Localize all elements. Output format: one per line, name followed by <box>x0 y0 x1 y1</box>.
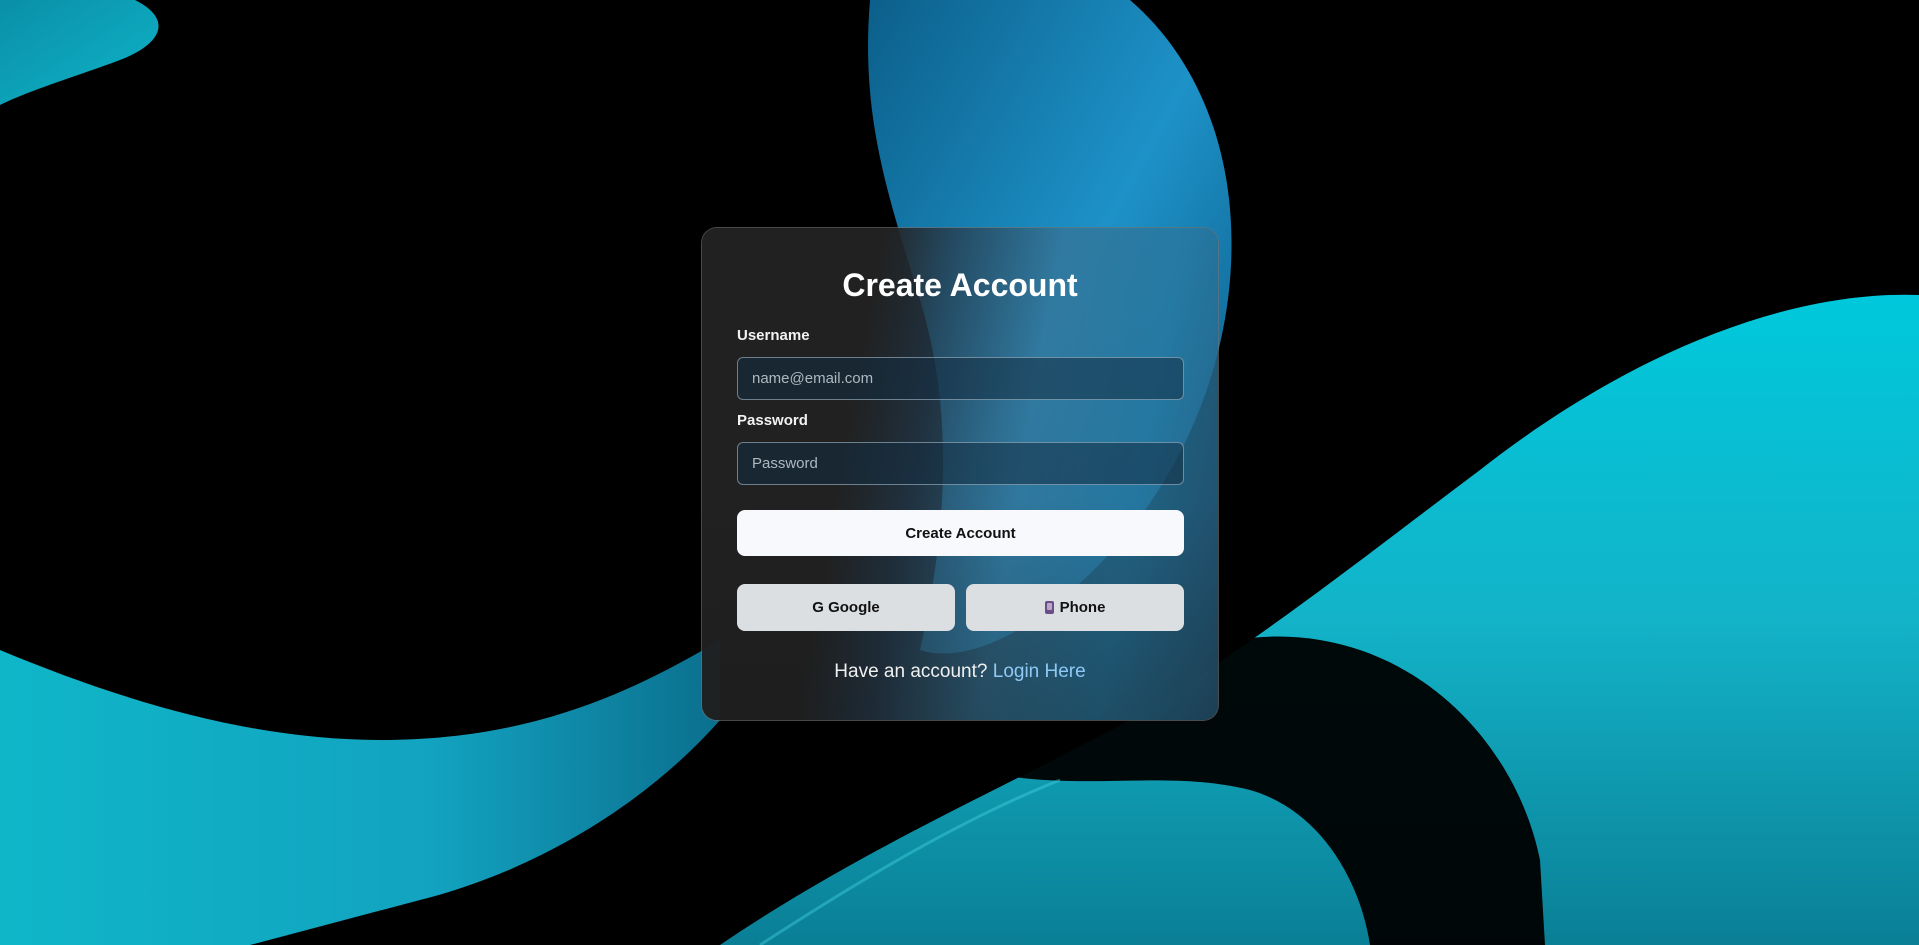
create-account-button[interactable]: Create Account <box>737 510 1184 556</box>
login-prompt-text: Have an account? <box>834 661 988 682</box>
password-label: Password <box>737 412 808 429</box>
mobile-phone-icon <box>1044 601 1054 614</box>
login-prompt: Have an account? Login Here <box>702 661 1218 683</box>
login-link[interactable]: Login Here <box>993 661 1086 682</box>
password-input[interactable] <box>737 442 1184 485</box>
google-signin-button[interactable]: G Google <box>737 584 955 631</box>
username-label: Username <box>737 327 810 344</box>
page-title: Create Account <box>842 267 1078 303</box>
page-background: Create Account Username Password Create … <box>0 0 1919 945</box>
signup-form: Create Account Username Password Create … <box>702 228 1218 720</box>
username-input[interactable] <box>737 357 1184 400</box>
google-button-label: G Google <box>812 599 880 616</box>
wave-top-left <box>0 0 159 105</box>
phone-button-label: Phone <box>1059 599 1106 616</box>
phone-signin-button[interactable]: Phone <box>966 584 1184 631</box>
signup-card: Create Account Username Password Create … <box>701 227 1219 721</box>
wave-left-swoosh <box>0 640 720 945</box>
